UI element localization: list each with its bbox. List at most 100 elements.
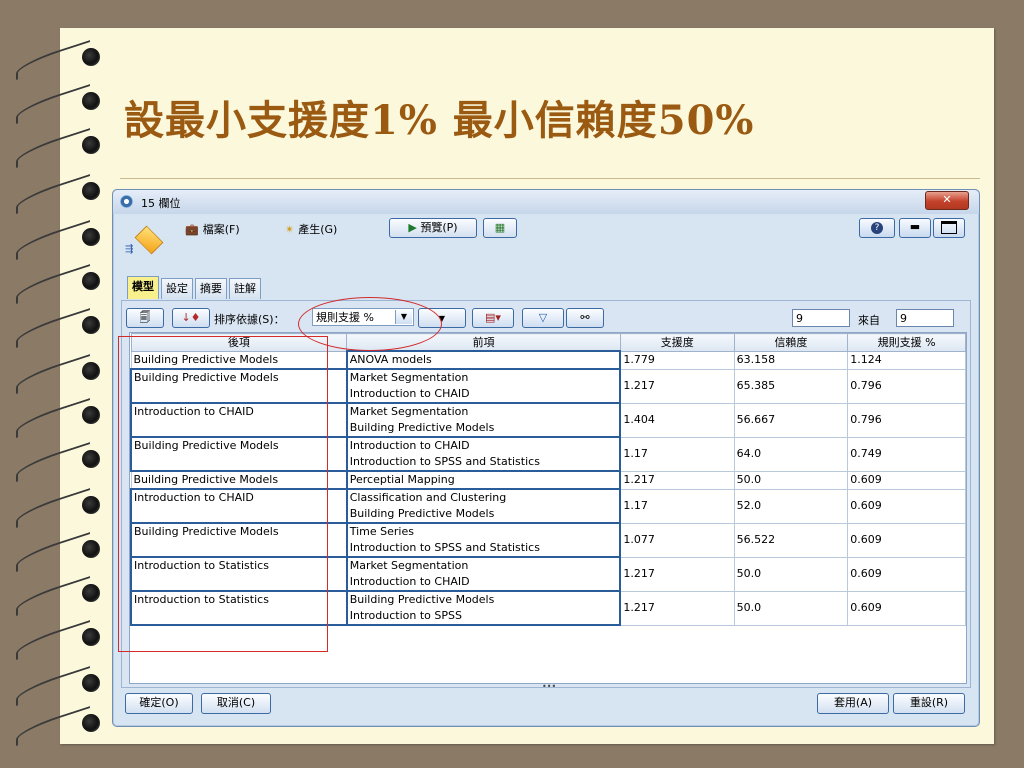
confidence-cell: 52.0 [733, 488, 849, 524]
maximize-button[interactable] [933, 218, 965, 238]
antecedent-item: Introduction to CHAID [349, 575, 470, 588]
tab-0[interactable]: 模型 [127, 276, 159, 299]
support-cell: 1.779 [619, 350, 735, 370]
window-title: 15 欄位 [141, 197, 181, 210]
confidence-cell: 50.0 [733, 556, 849, 592]
tab-2[interactable]: 摘要 [195, 278, 227, 299]
generate-menu-label: 產生(G) [298, 223, 338, 236]
binding-ring [16, 575, 102, 617]
filter-button[interactable]: ▽ [522, 308, 564, 328]
from-label: 來自 [858, 314, 880, 327]
antecedent-item: Introduction to SPSS and Statistics [349, 541, 540, 554]
ok-button[interactable]: 確定(O) [125, 693, 193, 714]
binding-ring [16, 353, 102, 395]
sparkle-icon: ✴ [285, 222, 295, 236]
column-header[interactable]: 規則支援 % [847, 333, 966, 352]
binoculars-icon: ⚯ [580, 311, 590, 324]
tab-3[interactable]: 註解 [229, 278, 261, 299]
antecedent-item: Introduction to CHAID [349, 387, 470, 400]
rules-shown-field[interactable]: 9 [792, 309, 850, 327]
apply-button[interactable]: 套用(A) [817, 693, 889, 714]
toolbar: ⇶ 💼 檔案(F) ✴ 產生(G) ▶ 預覽(P) ▦ ? ▬ [121, 216, 971, 266]
confidence-cell: 50.0 [733, 470, 849, 490]
antecedent-item: Market Segmentation [349, 559, 469, 572]
antecedent-item: Perceptial Mapping [349, 473, 455, 486]
antecedents-cell: Market Segmentation Building Predictive M… [345, 402, 622, 438]
minimize-button[interactable]: ▬ [899, 218, 931, 238]
rule-support-cell: 0.796 [847, 402, 966, 438]
antecedents-cell: Market Segmentation Introduction to CHAID [345, 556, 622, 592]
sort-icon: ↓♦ [181, 311, 201, 324]
dialog-footer: 確定(O) 取消(C) 套用(A) 重設(R) [121, 690, 971, 716]
tab-1[interactable]: 設定 [161, 278, 193, 299]
binding-ring [16, 665, 102, 707]
columns-icon: ▤▾ [485, 311, 501, 324]
tab-bar: 模型 設定 摘要 註解 [127, 276, 261, 300]
confidence-cell: 56.522 [733, 522, 849, 558]
file-menu[interactable]: 💼 檔案(F) [185, 221, 240, 237]
binding-ring [16, 397, 102, 439]
sort-order-button[interactable]: ↓♦ [172, 308, 210, 328]
antecedent-item: Time Series [349, 525, 414, 538]
sort-bar: 🗐 ↓♦ 排序依據(S)： 規則支援 % ▼ ▼ ▤▾ ▽ ⚯ 9 來自 9 [126, 307, 966, 329]
binding-ring [16, 705, 102, 747]
reset-button[interactable]: 重設(R) [893, 693, 965, 714]
confidence-cell: 65.385 [733, 368, 849, 404]
help-icon: ? [871, 222, 883, 234]
antecedent-item: Introduction to SPSS [349, 609, 462, 622]
rule-support-cell: 0.609 [847, 590, 966, 626]
table-view-button[interactable]: ▦ [483, 218, 517, 238]
support-cell: 1.217 [619, 590, 735, 626]
filter-icon: ▽ [538, 311, 548, 324]
copy-icon: 🗐 [139, 311, 151, 324]
generate-menu[interactable]: ✴ 產生(G) [285, 221, 337, 237]
support-cell: 1.217 [619, 470, 735, 490]
confidence-cell: 63.158 [733, 350, 849, 370]
confidence-cell: 50.0 [733, 590, 849, 626]
confidence-cell: 64.0 [733, 436, 849, 472]
window-titlebar[interactable]: 15 欄位 ✕ [113, 190, 979, 214]
play-icon: ▶ [408, 221, 417, 234]
app-icon [120, 195, 133, 208]
binding-ring [16, 39, 102, 81]
file-menu-label: 檔案(F) [202, 223, 240, 236]
help-button[interactable]: ? [859, 218, 895, 238]
antecedents-cell: Introduction to CHAID Introduction to SPS… [345, 436, 622, 472]
columns-button[interactable]: ▤▾ [472, 308, 514, 328]
rule-support-cell: 0.609 [847, 488, 966, 524]
model-nugget-icon: ⇶ [125, 224, 165, 260]
rule-support-cell: 0.796 [847, 368, 966, 404]
rule-support-cell: 0.609 [847, 522, 966, 558]
preview-button[interactable]: ▶ 預覽(P) [389, 218, 477, 238]
column-header[interactable]: 信賴度 [733, 333, 849, 352]
column-header[interactable]: 支援度 [619, 333, 735, 352]
title-divider [120, 178, 980, 179]
maximize-icon [941, 221, 957, 234]
antecedent-item: Market Segmentation [349, 405, 469, 418]
antecedents-cell: Perceptial Mapping [345, 470, 622, 490]
binding-ring [16, 83, 102, 125]
confidence-cell: 56.667 [733, 402, 849, 438]
antecedent-item: Building Predictive Models [349, 421, 495, 434]
binding-ring [16, 441, 102, 483]
binding-ring [16, 619, 102, 661]
cancel-button[interactable]: 取消(C) [201, 693, 271, 714]
binding-ring [16, 173, 102, 215]
copy-button[interactable]: 🗐 [126, 308, 164, 328]
binding-ring [16, 531, 102, 573]
rule-support-cell: 1.124 [847, 350, 966, 370]
support-cell: 1.077 [619, 522, 735, 558]
antecedents-cell: Classification and Clustering Building Pr… [345, 488, 622, 524]
binding-ring [16, 487, 102, 529]
slide-title: 設最小支援度1% 最小信賴度50% [124, 97, 755, 144]
support-cell: 1.217 [619, 368, 735, 404]
support-cell: 1.17 [619, 488, 735, 524]
rules-total-field: 9 [896, 309, 954, 327]
close-button[interactable]: ✕ [925, 191, 969, 210]
table-empty-area [129, 653, 967, 684]
antecedent-item: Building Predictive Models [349, 593, 495, 606]
antecedents-cell: Building Predictive Models Introduction t… [345, 590, 622, 626]
antecedents-cell: Time Series Introduction to SPSS and Stat… [345, 522, 622, 558]
find-button[interactable]: ⚯ [566, 308, 604, 328]
briefcase-icon: 💼 [185, 222, 199, 236]
